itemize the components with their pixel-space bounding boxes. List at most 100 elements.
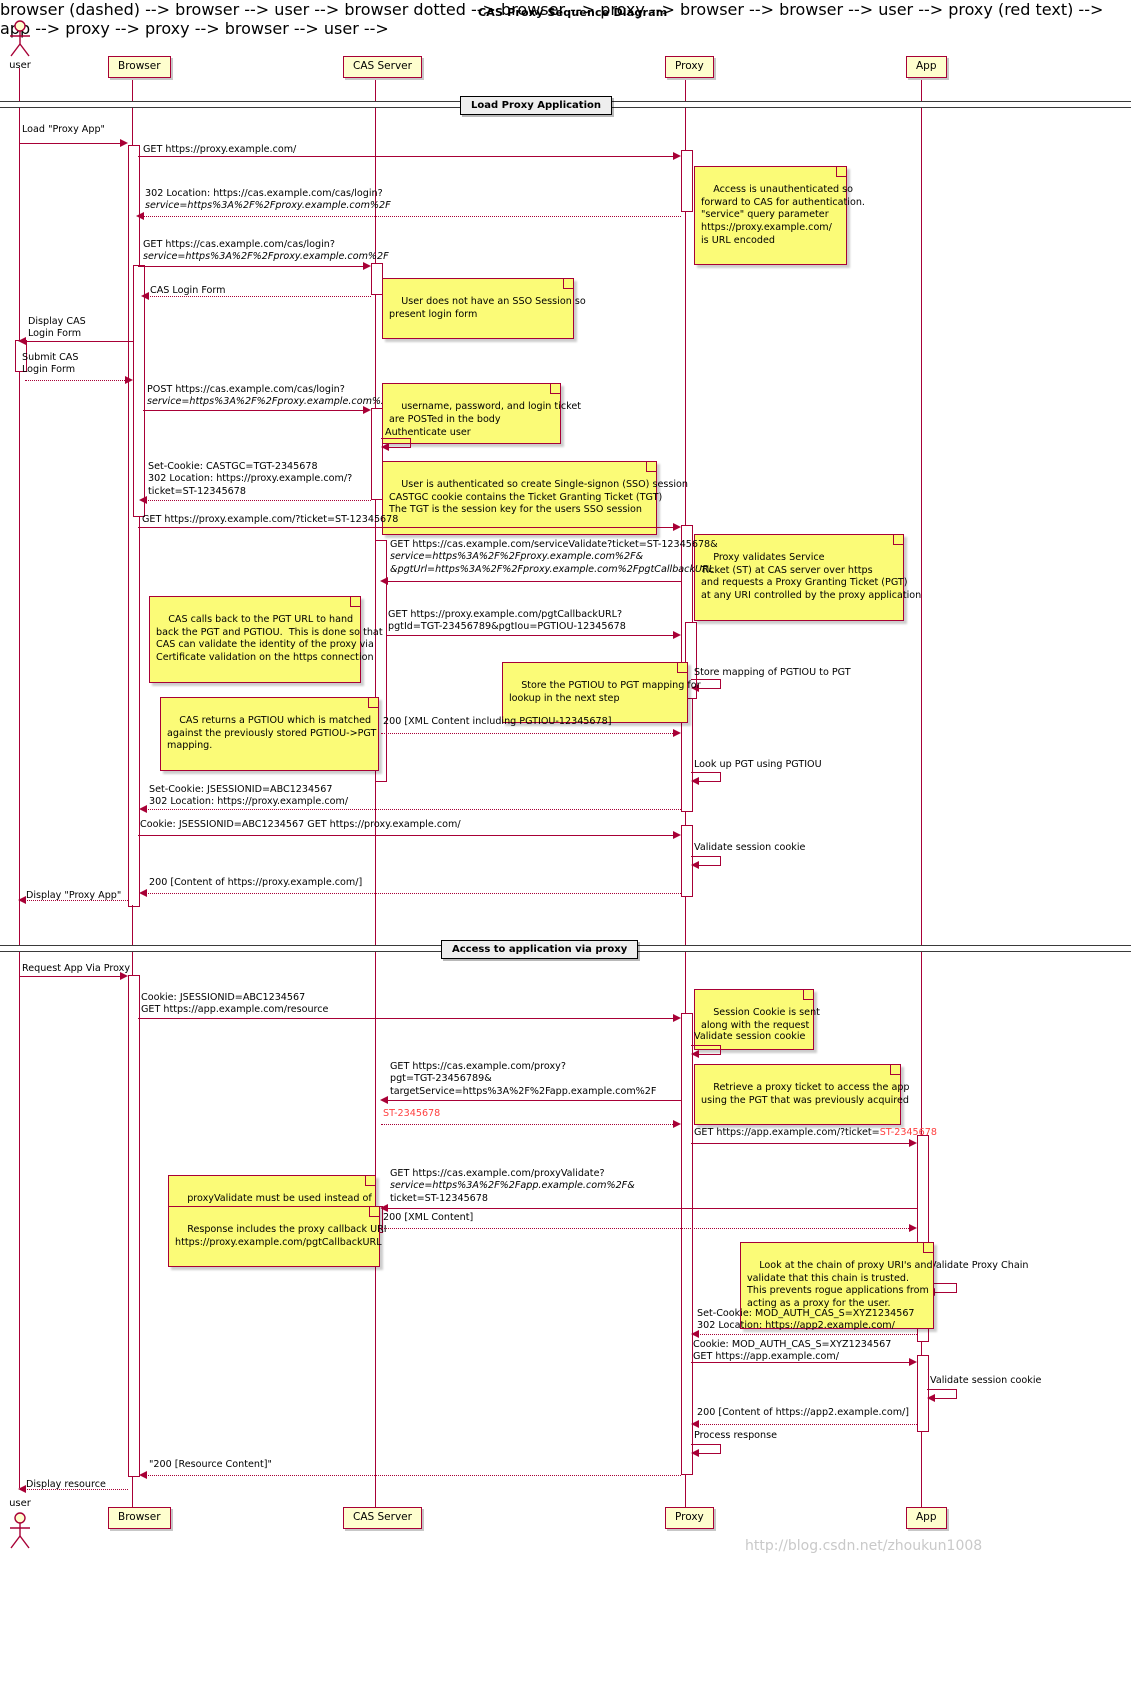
note-n12: Response includes the proxy callback URI… (168, 1206, 387, 1267)
msg-m17-text: Set-Cookie: JSESSIONID=ABC1234567 302 Lo… (149, 784, 348, 809)
msg-m3-arrow (136, 212, 144, 220)
participant-browser-top[interactable]: Browser (108, 56, 171, 78)
msg-m5-text: CAS Login Form (150, 285, 226, 296)
note-n1: Access is unauthenticated so forward to … (694, 166, 865, 266)
msg-m4-line (138, 266, 367, 267)
participant-app-top[interactable]: App (906, 56, 947, 78)
msg-m25-text: GET https://cas.example.com/proxy? pgt=T… (390, 1061, 656, 1098)
msg-m23-line1: Cookie: JSESSIONID=ABC1234567 (141, 992, 306, 1003)
msg-m25-arrow (380, 1096, 388, 1104)
msg-m14-bottom (699, 688, 721, 689)
msg-m11-arrow (673, 523, 681, 531)
msg-m35-arrow (691, 1449, 699, 1457)
note-n6-text: CAS calls back to the PGT URL to hand ba… (156, 613, 383, 663)
msg-m29-line (381, 1228, 913, 1229)
msg-m10-line3: ticket=ST-12345678 (148, 485, 246, 497)
msg-m4-line1: GET https://cas.example.com/cas/login? (143, 239, 335, 250)
actor-user-top-icon (10, 20, 30, 57)
msg-m16-top (691, 772, 721, 773)
msg-m28-text: GET https://cas.example.com/proxyValidat… (390, 1168, 635, 1205)
msg-m22-line (20, 976, 124, 977)
msg-m22-text: Request App Via Proxy (22, 963, 131, 974)
actor-user-bottom-icon (10, 1512, 30, 1549)
msg-m10-line1: Set-Cookie: CASTGC=TGT-2345678 (148, 461, 318, 472)
activation-browser-1 (128, 145, 140, 907)
msg-m12-line3: &pgtUrl=https%3A%2F%2Fproxy.example.com%… (390, 563, 715, 575)
msg-m6-arrow (18, 337, 26, 345)
msg-m2-text: GET https://proxy.example.com/ (143, 144, 297, 155)
msg-m28-line2: service=https%3A%2F%2Fapp.example.com%2F… (390, 1180, 635, 1192)
msg-m16-text: Look up PGT using PGTIOU (694, 759, 822, 770)
msg-m27-line (691, 1143, 913, 1144)
msg-m1-text: Load "Proxy App" (22, 124, 105, 135)
msg-m19-bottom (699, 865, 721, 866)
participant-app-bottom[interactable]: App (906, 1507, 947, 1529)
msg-m20-arrow (139, 889, 147, 897)
msg-m19-top (691, 856, 721, 857)
msg-m35-bottom (699, 1453, 721, 1454)
msg-m28-line1: GET https://cas.example.com/proxyValidat… (390, 1168, 605, 1179)
participant-browser-label-bottom: Browser (118, 1511, 161, 1523)
msg-m17-arrow (139, 805, 147, 813)
msg-m1-line (20, 143, 124, 144)
msg-m13-text: GET https://proxy.example.com/pgtCallbac… (388, 609, 626, 634)
msg-m31-line (697, 1334, 917, 1335)
msg-m25-line2: pgt=TGT-23456789& (390, 1073, 492, 1085)
msg-m15-text: 200 [XML Content including PGTIOU-123456… (383, 716, 612, 727)
actor-user-top-label: user (9, 60, 31, 71)
msg-m21-arrow (18, 896, 26, 904)
activation-proxy-1 (681, 150, 693, 212)
msg-m3-text: 302 Location: https://cas.example.com/ca… (145, 188, 391, 213)
msg-m34-text: 200 [Content of https://app2.example.com… (697, 1407, 910, 1418)
note-n7-text: Store the PGTIOU to PGT mapping for look… (509, 679, 701, 704)
note-n2-text: User does not have an SSO Session so pre… (389, 295, 586, 320)
msg-m26-arrow (673, 1120, 681, 1128)
activation-browser-3 (128, 975, 140, 1477)
msg-m13-line2: pgtId=TGT-23456789&pgtIou=PGTIOU-1234567… (388, 621, 626, 633)
participant-proxy-top[interactable]: Proxy (665, 56, 714, 78)
msg-m23-line2: GET https://app.example.com/resource (141, 1004, 329, 1016)
watermark-text: http://blog.csdn.net/zhoukun1008 (745, 1538, 983, 1554)
note-n2: User does not have an SSO Session so pre… (382, 278, 586, 339)
participant-browser-bottom[interactable]: Browser (108, 1507, 171, 1529)
msg-m21-text: Display "Proxy App" (26, 890, 122, 901)
msg-m13-line1: GET https://proxy.example.com/pgtCallbac… (388, 609, 623, 620)
note-n4-text: User is authenticated so create Single-s… (389, 478, 688, 516)
divider-load-proxy-application: Load Proxy Application (460, 96, 612, 115)
msg-m31-line1: Set-Cookie: MOD_AUTH_CAS_S=XYZ1234567 (697, 1308, 915, 1319)
msg-m36-line (145, 1475, 681, 1476)
msg-m3-line (140, 216, 681, 217)
note-n7: Store the PGTIOU to PGT mapping for look… (502, 662, 701, 723)
msg-m18-text: Cookie: JSESSIONID=ABC1234567 GET https:… (140, 819, 461, 830)
msg-m5-arrow (141, 292, 149, 300)
msg-m13-line (386, 635, 677, 636)
note-n1-text: Access is unauthenticated so forward to … (701, 183, 865, 246)
msg-m1-arrow (120, 139, 128, 147)
msg-m30-bottom (935, 1292, 957, 1293)
note-n10-text: Retrieve a proxy ticket to access the ap… (701, 1081, 910, 1106)
participant-cas-server-top[interactable]: CAS Server (343, 56, 422, 78)
msg-m27-ticket: ST-2345678 (879, 1127, 937, 1138)
msg-m26-ticket: ST-2345678 (383, 1108, 441, 1119)
msg-m9-right (410, 438, 411, 447)
msg-m6-line1: Display CAS (28, 316, 86, 327)
msg-m17-line2: 302 Location: https://proxy.example.com/ (149, 796, 349, 808)
participant-cas-server-bottom[interactable]: CAS Server (343, 1507, 422, 1529)
msg-m23-text: Cookie: JSESSIONID=ABC1234567 GET https:… (141, 992, 328, 1017)
msg-m35-text: Process response (694, 1430, 778, 1441)
diagram-title: CAS Proxy Sequence Diagram (478, 6, 668, 19)
msg-m32-line1: Cookie: MOD_AUTH_CAS_S=XYZ1234567 (693, 1339, 892, 1350)
msg-m27-arrow (909, 1139, 917, 1147)
msg-m20-text: 200 [Content of https://proxy.example.co… (149, 877, 363, 888)
msg-m26-line (381, 1124, 677, 1125)
msg-m6-line (24, 341, 133, 342)
msg-m4-line2: service=https%3A%2F%2Fproxy.example.com%… (143, 251, 389, 263)
msg-m17-line (145, 809, 681, 810)
msg-m25-line1: GET https://cas.example.com/proxy? (390, 1061, 566, 1072)
msg-m12-arrow (380, 577, 388, 585)
msg-m11-line (138, 527, 677, 528)
note-n8: CAS returns a PGTIOU which is matched ag… (160, 697, 379, 771)
participant-proxy-bottom[interactable]: Proxy (665, 1507, 714, 1529)
msg-m15-arrow (673, 729, 681, 737)
msg-m24-right (720, 1045, 721, 1054)
